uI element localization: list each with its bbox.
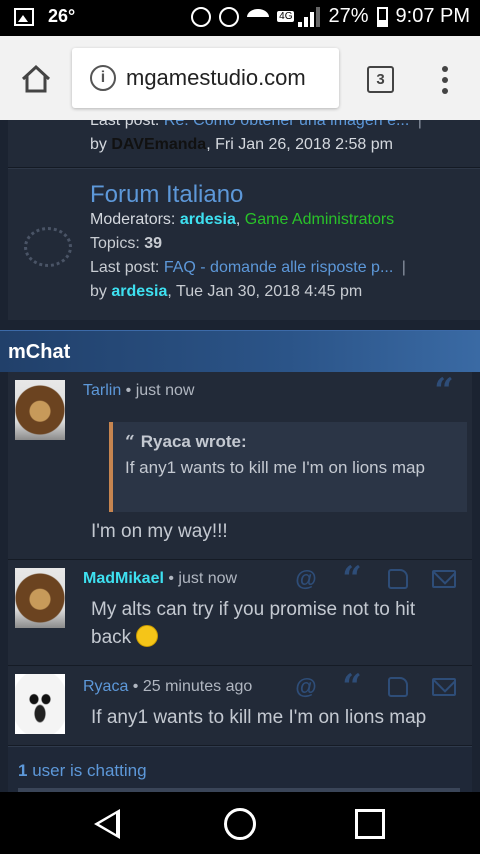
forum-row-previous: Last post: Re: Como obtener una imagen e… (8, 120, 480, 168)
users-chatting-label: user is chatting (32, 761, 147, 780)
envelope-icon[interactable] (432, 568, 456, 590)
quote-text: If any1 wants to kill me I'm on lions ma… (125, 458, 425, 477)
browser-toolbar: i mgamestudio.com 3 (0, 36, 480, 120)
by-label: by (90, 283, 107, 300)
home-button-icon[interactable] (224, 808, 256, 840)
wifi-icon (247, 8, 270, 25)
message-time: • just now (163, 570, 238, 587)
forum-row-italiano: Forum Italiano Moderators: ardesia, Game… (8, 168, 480, 320)
quote-icon[interactable]: “ (340, 562, 364, 596)
last-post-date: , Tue Jan 30, 2018 4:45 pm (167, 283, 363, 300)
chat-message: MadMikael • just now @ “ My alts can try… (8, 560, 472, 666)
topics-label: Topics: (90, 235, 140, 252)
message-text: If any1 wants to kill me I'm on lions ma… (91, 707, 427, 728)
forum-list: Last post: Re: Como obtener una imagen e… (8, 120, 480, 320)
topics-line: Topics: 39 (90, 235, 162, 253)
envelope-icon[interactable] (432, 676, 456, 698)
mask-avatar-image (15, 674, 65, 734)
tab-switcher-button[interactable]: 3 (367, 66, 394, 93)
mchat-title: mChat (8, 341, 71, 363)
alarm-icon (219, 6, 240, 27)
overflow-menu-icon[interactable] (441, 66, 449, 94)
signal-icon (298, 6, 321, 27)
home-icon[interactable] (20, 64, 52, 94)
quote-icon[interactable]: “ (432, 374, 456, 408)
back-icon[interactable] (94, 809, 120, 839)
last-post-date: , Fri Jan 26, 2018 2:58 pm (206, 136, 393, 153)
last-post-by-line: by ardesia, Tue Jan 30, 2018 4:45 pm (90, 283, 362, 301)
network-type: 4G (277, 11, 295, 22)
quote-author: Ryaca wrote: (140, 432, 247, 451)
message-author[interactable]: Tarlin (83, 382, 121, 399)
message-time: • just now (121, 382, 195, 399)
mchat-header: mChat (0, 330, 480, 372)
message-text-line: back (91, 627, 132, 648)
separator: | (401, 259, 406, 276)
users-count: 1 (18, 761, 28, 780)
at-icon[interactable]: @ (294, 674, 318, 699)
last-post-label: Last post: (90, 120, 160, 129)
recent-apps-icon[interactable] (355, 809, 385, 839)
info-icon[interactable]: i (90, 65, 116, 91)
battery-percent: 27% (328, 5, 369, 27)
moderators-comma: , (235, 211, 241, 228)
address-bar[interactable]: i mgamestudio.com (72, 48, 339, 108)
avatar[interactable] (15, 380, 65, 440)
message-text-line: My alts can try if you promise not to hi… (91, 599, 416, 620)
thumbs-up-icon[interactable] (386, 568, 410, 590)
clock: 9:07 PM (395, 5, 470, 27)
moderators-label: Moderators: (90, 211, 176, 228)
quote-icon[interactable]: “ (340, 670, 364, 704)
message-author[interactable]: MadMikael (83, 570, 164, 587)
last-post-link[interactable]: FAQ - domande alle risposte p... (164, 259, 393, 276)
lion-avatar-image (15, 380, 65, 440)
message-time: • 25 minutes ago (128, 678, 253, 695)
status-bar: 26° 4G 27% 9:07 PM (0, 0, 480, 36)
message-text: I'm on my way!!! (91, 521, 228, 542)
temperature: 26° (48, 6, 76, 26)
avatar[interactable] (15, 674, 65, 734)
bluetooth-icon (191, 6, 212, 27)
chat-message: Ryaca • 25 minutes ago @ “ If any1 wants… (8, 666, 472, 746)
thumbs-up-icon[interactable] (386, 676, 410, 698)
by-label: by (90, 136, 107, 153)
battery-icon (376, 6, 388, 27)
emoji-icon (136, 625, 159, 647)
admin-group-link[interactable]: Game Administrators (245, 211, 394, 228)
last-post-link[interactable]: Re: Como obtener una imagen e... (164, 120, 409, 129)
last-post-author[interactable]: DAVEmanda (111, 136, 206, 153)
quoted-message: “ Ryaca wrote: If any1 wants to kill me I… (109, 422, 467, 512)
navigation-bar (0, 792, 480, 854)
forum-title-link[interactable]: Forum Italiano (90, 181, 243, 209)
moderators-line: Moderators: ardesia, Game Administrators (90, 211, 394, 229)
last-post-author[interactable]: ardesia (111, 283, 167, 300)
page-content: Last post: Re: Como obtener una imagen e… (0, 120, 480, 792)
at-icon[interactable]: @ (294, 566, 318, 591)
moderator-link[interactable]: ardesia (180, 211, 236, 228)
forum-read-icon (24, 227, 72, 267)
last-post-line: Last post: FAQ - domande alle risposte p… (90, 259, 406, 277)
mchat-messages: Tarlin • just now “ “ Ryaca wrote: If any… (8, 372, 472, 792)
chat-message: Tarlin • just now “ “ Ryaca wrote: If any… (8, 372, 472, 560)
avatar[interactable] (15, 568, 65, 628)
message-author[interactable]: Ryaca (83, 678, 128, 695)
who-is-chatting: 1 user is chatting (8, 746, 472, 792)
lion-avatar-image (15, 568, 65, 628)
quote-icon: “ (125, 432, 135, 452)
last-post-label: Last post: (90, 259, 160, 276)
url-text: mgamestudio.com (126, 65, 306, 90)
gallery-notification-icon (14, 7, 34, 26)
topics-count: 39 (144, 235, 163, 252)
separator: | (417, 120, 422, 129)
